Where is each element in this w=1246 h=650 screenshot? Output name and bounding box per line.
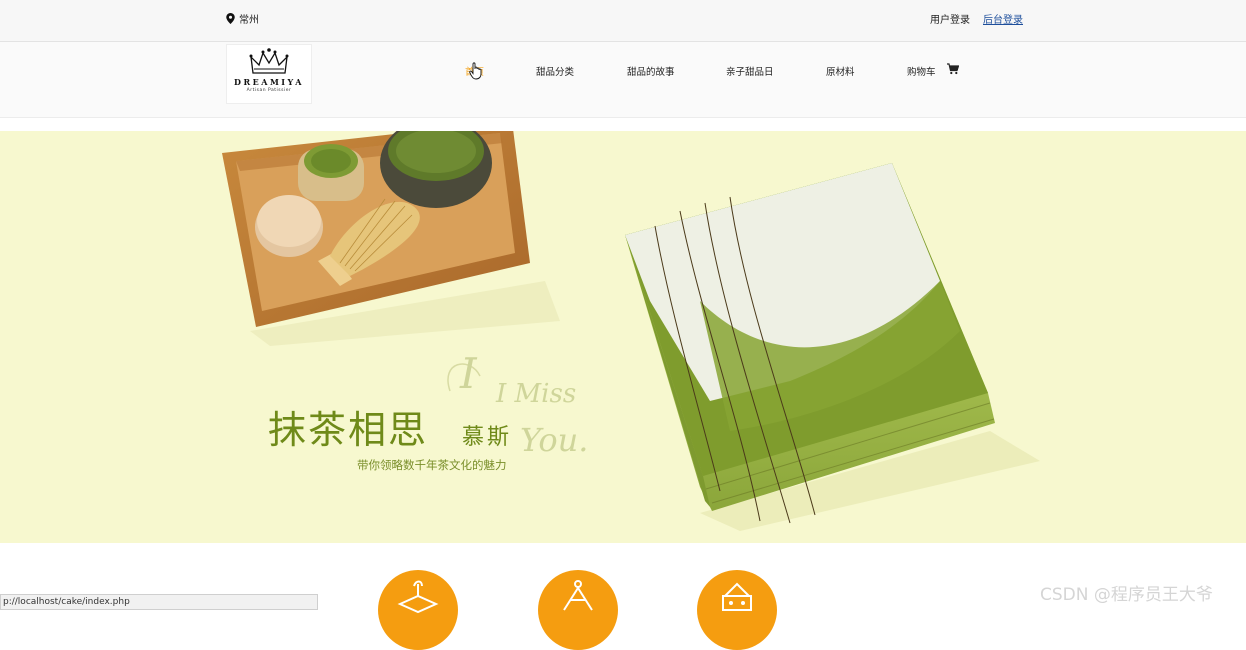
banner-artwork [222, 131, 1040, 531]
banner-script-miss: I Miss [496, 379, 577, 409]
location-pin-icon [226, 13, 235, 24]
dreamiya-logo[interactable]: DREAMIYA Artisan Patissier [226, 44, 312, 104]
hand-pointer-cursor-icon [469, 62, 482, 80]
logo-brand: DREAMIYA [234, 77, 304, 87]
category-circle-1[interactable] [378, 570, 458, 650]
banner-script-i: I [460, 349, 477, 398]
banner-title: 抹茶相思 [268, 408, 429, 452]
banner-subtitle: 慕斯 [462, 425, 513, 450]
category-circle-2[interactable] [538, 570, 618, 650]
nav-dessert-categories[interactable]: 甜品分类 [536, 64, 574, 78]
banner-tagline: 带你领略数千年茶文化的魅力 [357, 458, 507, 472]
admin-login-link[interactable]: 后台登录 [983, 11, 1023, 26]
nav-cart[interactable]: 购物车 [907, 64, 936, 78]
browser-status-bar: p://localhost/cake/index.php [0, 594, 318, 610]
nav-family-dessert-day[interactable]: 亲子甜品日 [726, 64, 774, 78]
main-navbar: DREAMIYA Artisan Patissier 首页 甜品分类 甜品的故事… [0, 42, 1246, 118]
party-icon [563, 580, 593, 611]
hero-banner[interactable]: I I Miss You. 抹茶相思 慕斯 带你领略数千年茶文化的魅力 [0, 131, 1246, 543]
status-url: p://localhost/cake/index.php [3, 597, 130, 607]
top-bar: 常州 用户登录 后台登录 [0, 0, 1246, 42]
nav-ingredients[interactable]: 原材料 [826, 64, 855, 78]
user-login-link[interactable]: 用户登录 [930, 11, 970, 26]
location-label: 常州 [239, 15, 259, 26]
nav-dessert-story[interactable]: 甜品的故事 [627, 64, 675, 78]
crown-icon [249, 48, 289, 74]
location[interactable]: 常州 [226, 11, 259, 26]
logo-subtitle: Artisan Patissier [246, 88, 292, 93]
banner-script-you: You. [520, 421, 589, 459]
cart-icon[interactable] [947, 63, 959, 75]
category-circle-3[interactable] [697, 570, 777, 650]
shop-icon [722, 582, 752, 611]
cake-box-icon [397, 580, 439, 614]
watermark: CSDN @程序员王大爷 [1040, 585, 1213, 605]
